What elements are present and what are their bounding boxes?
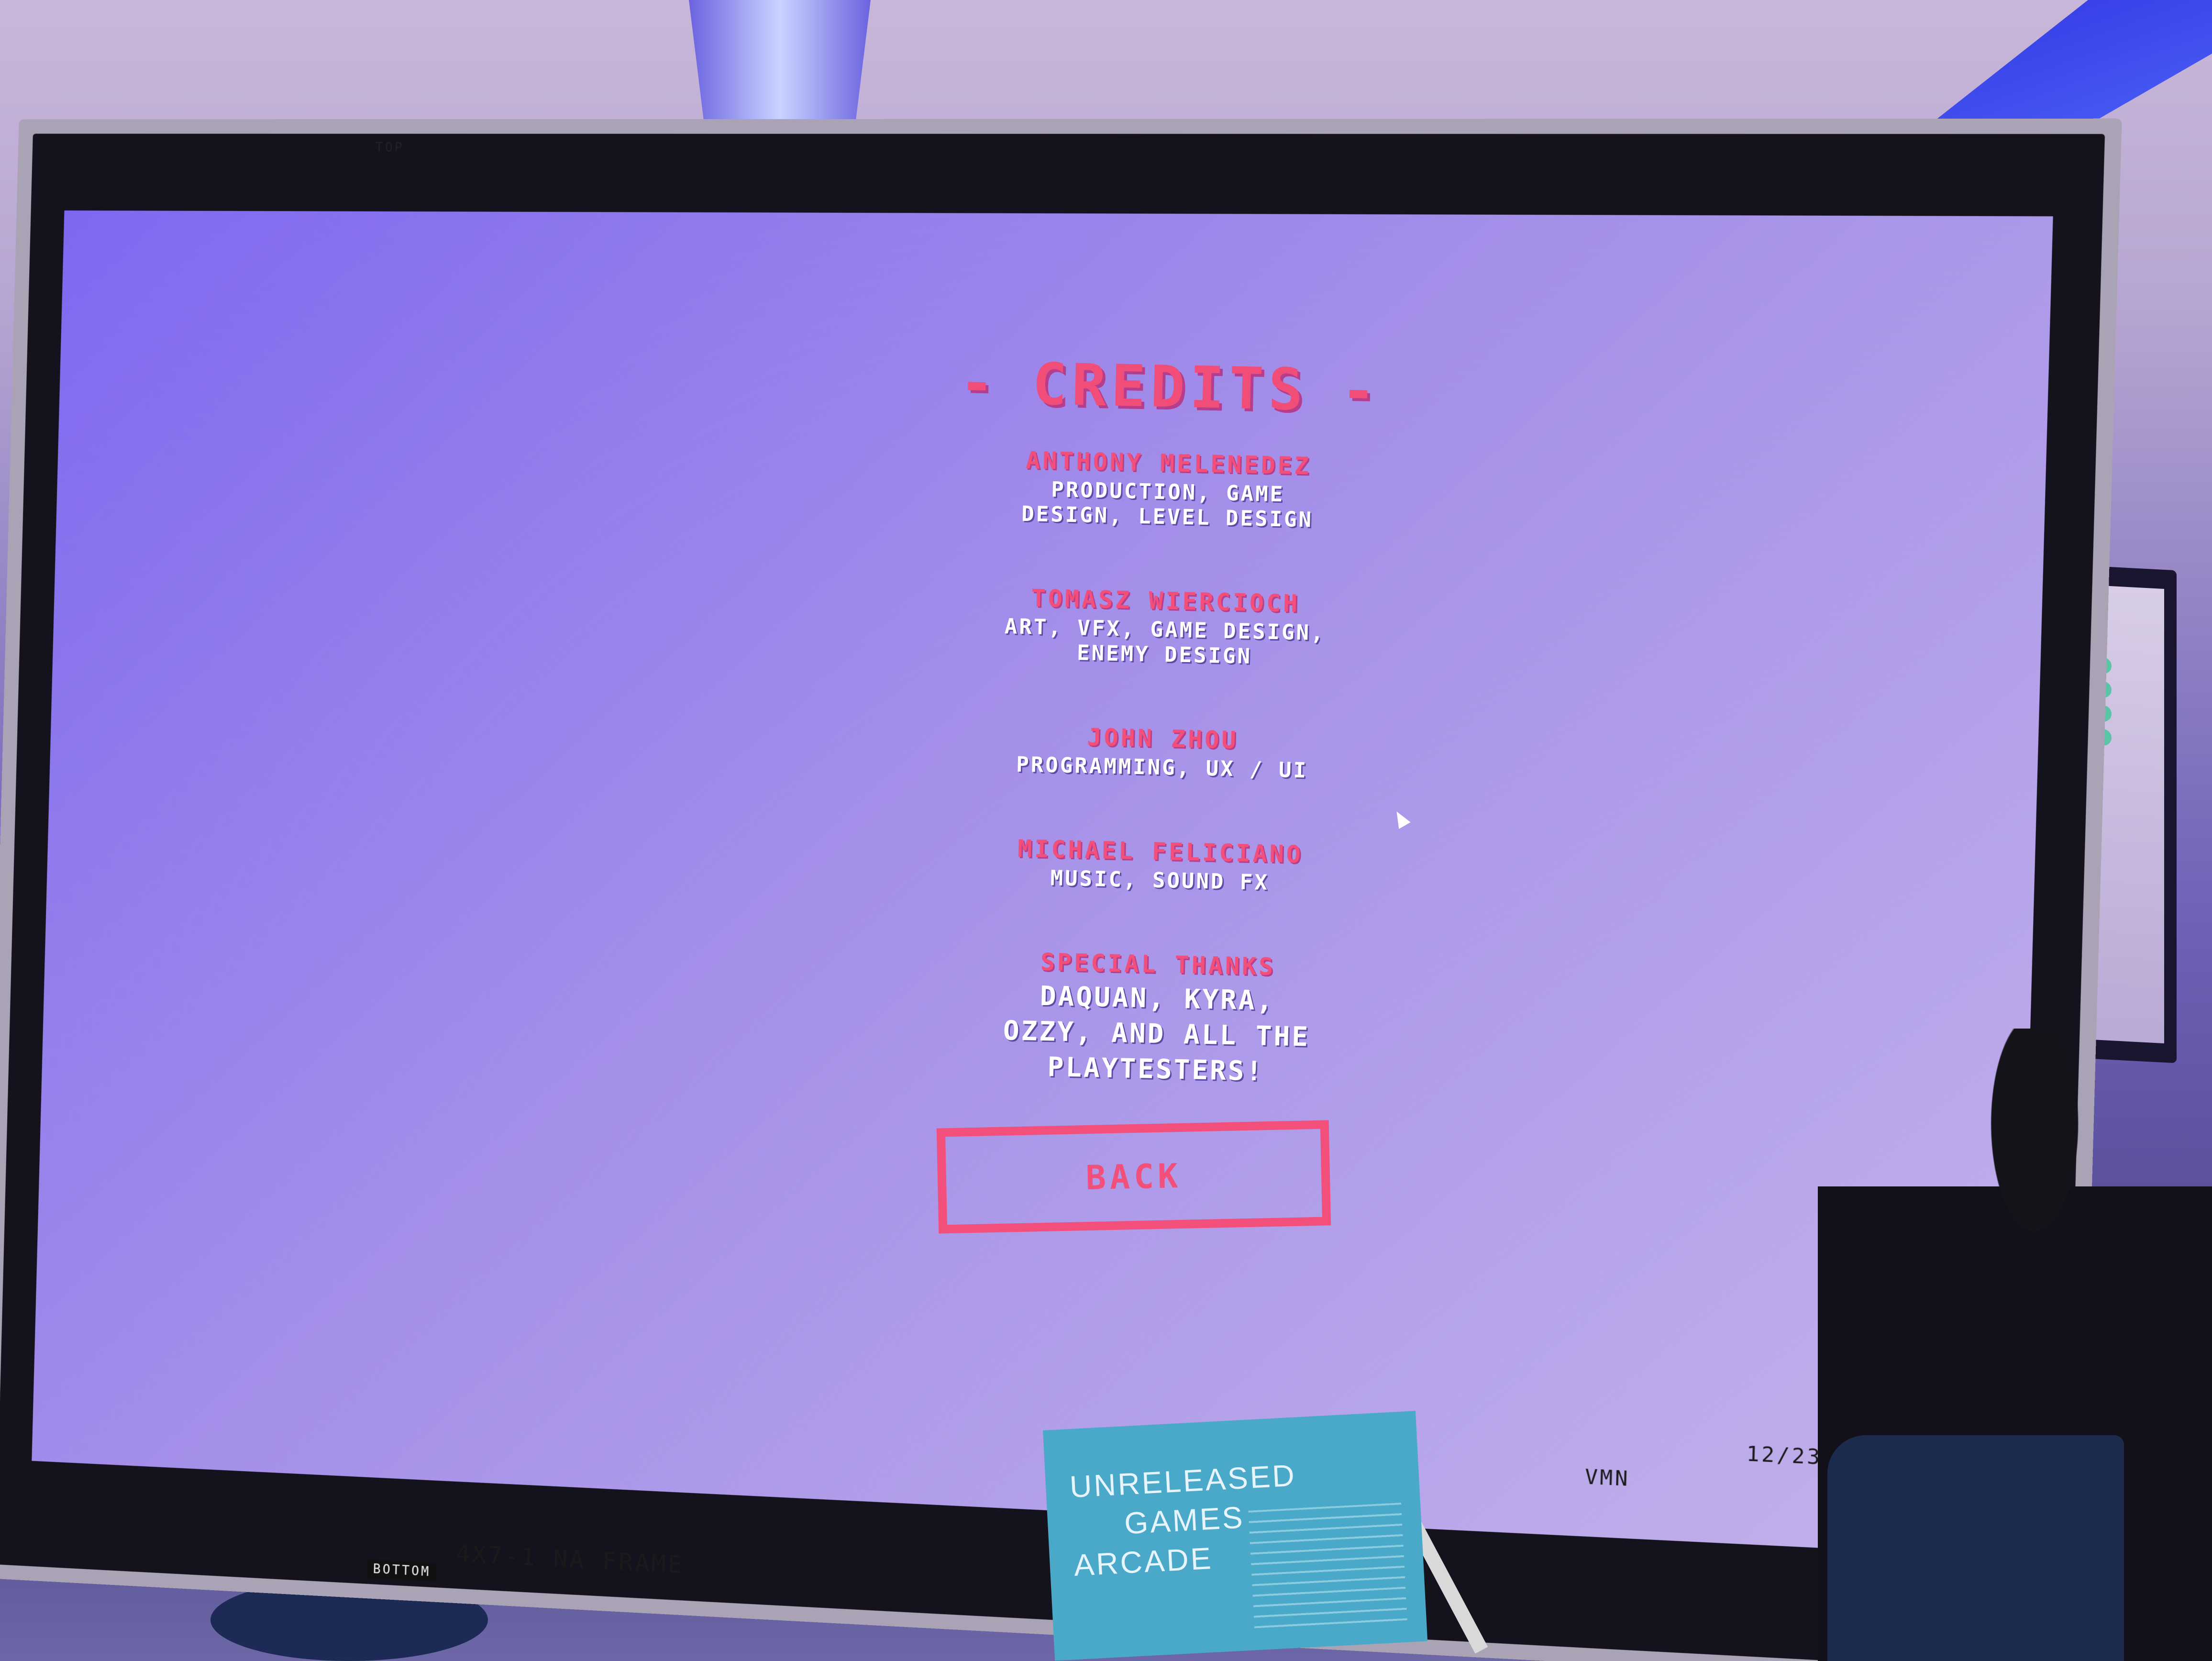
exhibit-sign: UNRELEASED GAMES ARCADE	[1043, 1411, 1428, 1661]
credits-title-text: CREDITS	[1031, 351, 1309, 424]
person-legs	[1827, 1435, 2124, 1661]
frame-label-top: TOP	[375, 140, 405, 155]
credits-panel: - CREDITS - ANTHONY MELENEDEZ PRODUCTION, …	[891, 349, 1434, 1151]
credit-entry: JOHN ZHOU PROGRAMMING, UX / UI	[899, 719, 1426, 786]
credit-entry: TOMASZ WIERCIOCH ART, VFX, GAME DESIGN, …	[901, 582, 1429, 673]
credit-entry: ANTHONY MELENEDEZ PRODUCTION, GAME DESIG…	[904, 444, 1432, 535]
frame-label-code: VMN	[1584, 1465, 1630, 1491]
title-dash-left: -	[959, 349, 1000, 417]
credit-entry: MICHAEL FELICIANO MUSIC, SOUND FX	[896, 832, 1424, 898]
back-button-label: BACK	[1085, 1156, 1183, 1198]
frame-label-date: 12/23	[1746, 1442, 1823, 1470]
sign-body-text	[1248, 1503, 1408, 1635]
frame-label-bottom: BOTTOM	[366, 1560, 437, 1582]
credits-title: - CREDITS -	[907, 349, 1434, 426]
special-thanks-entry: SPECIAL THANKS DAQUAN, KYRA, OZZY, AND A…	[892, 945, 1421, 1093]
title-dash-right: -	[1340, 357, 1382, 425]
back-button[interactable]: BACK	[936, 1120, 1331, 1234]
